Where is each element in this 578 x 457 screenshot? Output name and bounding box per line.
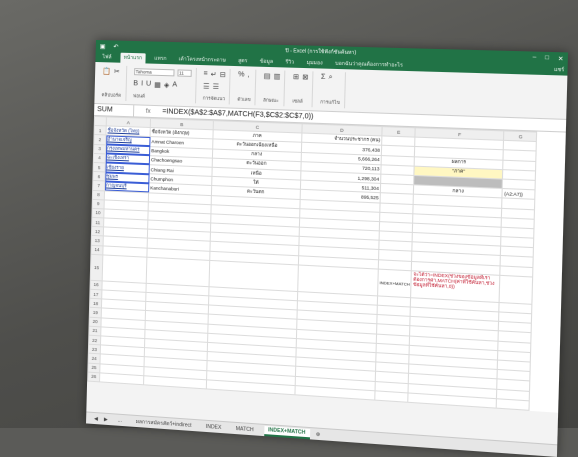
italic-icon[interactable]: I: [141, 80, 143, 88]
tab-view[interactable]: มุมมอง: [303, 58, 326, 69]
editing-group: Σ⌕ การแก้ไข: [316, 71, 346, 108]
insert-cells-icon[interactable]: ⊞: [293, 73, 299, 81]
row-header[interactable]: 8: [92, 190, 104, 200]
cells-group-label: เซลล์: [292, 97, 308, 105]
row-header[interactable]: 5: [93, 162, 105, 172]
styles-group-label: ลักษณะ: [263, 96, 280, 104]
fill-color-icon[interactable]: ◈: [164, 81, 170, 89]
cells-group: ⊞⊠ เซลล์: [288, 71, 314, 108]
clipboard-group-label: คลิปบอร์ด: [101, 91, 121, 99]
underline-icon[interactable]: U: [146, 80, 151, 88]
sheet-nav-prev-icon[interactable]: ◀: [94, 416, 98, 422]
sheet-nav-next-icon[interactable]: ▶: [104, 416, 108, 422]
row-header[interactable]: 6: [93, 172, 105, 182]
row-header[interactable]: 7: [93, 181, 105, 191]
tab-home[interactable]: หน้าแรก: [120, 53, 145, 64]
clipboard-group: 📋✂ คลิปบอร์ด: [97, 65, 126, 101]
save-icon[interactable]: ▣: [100, 43, 106, 50]
sheet-tab-more[interactable]: ...: [114, 416, 126, 425]
border-icon[interactable]: ▦: [154, 80, 161, 88]
tab-review[interactable]: รีวิว: [282, 57, 297, 68]
font-color-icon[interactable]: A: [172, 81, 177, 89]
excel-window: ▣ ↶ ปิ - Excel (การใช้ฟังก์ชันค้นหา) – □…: [86, 40, 568, 457]
wrap-text-icon[interactable]: ↵: [211, 70, 217, 78]
format-table-icon[interactable]: ▥: [273, 72, 280, 80]
cell-a-15[interactable]: [102, 255, 147, 283]
row-header[interactable]: 15: [90, 254, 103, 281]
cell-e-15[interactable]: INDEX+MATCH: [378, 269, 412, 298]
bold-icon[interactable]: B: [133, 80, 138, 88]
tab-page-layout[interactable]: เค้าโครงหน้ากระดาษ: [176, 54, 230, 66]
styles-group: ▤▥ ลักษณะ: [259, 70, 286, 107]
cell-g-26[interactable]: [497, 398, 530, 410]
undo-icon[interactable]: ↶: [113, 43, 118, 50]
cut-icon[interactable]: ✂: [114, 68, 120, 76]
add-sheet-icon[interactable]: ⊕: [316, 431, 321, 437]
tell-me-search[interactable]: บอกฉันว่าคุณต้องการทำอะไร: [332, 59, 406, 71]
sheet-tab-match[interactable]: MATCH: [232, 424, 258, 434]
select-all-corner[interactable]: [94, 116, 106, 126]
tab-formulas[interactable]: สูตร: [235, 56, 251, 67]
cell-e-26[interactable]: [375, 390, 409, 402]
alignment-group-label: การจัดแนว: [203, 94, 226, 102]
number-group: %, ตัวเลข: [233, 69, 256, 105]
row-header[interactable]: 26: [88, 372, 100, 382]
editing-group-label: การแก้ไข: [320, 98, 340, 106]
font-size-box[interactable]: 11: [177, 69, 191, 76]
maximize-icon[interactable]: □: [545, 55, 549, 61]
spreadsheet-grid: A B C D E F G 1ชื่อจังหวัด (ไทย)ชื่อจังห…: [87, 116, 566, 413]
align-left-icon[interactable]: ☰: [203, 82, 210, 90]
tab-file[interactable]: ไฟล์: [99, 52, 114, 62]
row-header[interactable]: 1: [94, 126, 106, 136]
percent-icon[interactable]: %: [238, 71, 245, 78]
share-button[interactable]: แชร์: [550, 65, 567, 76]
sheet-tab-index[interactable]: INDEX: [202, 422, 226, 432]
row-header[interactable]: 2: [94, 135, 106, 145]
comma-icon[interactable]: ,: [247, 71, 249, 78]
find-icon[interactable]: ⌕: [328, 74, 332, 82]
delete-cells-icon[interactable]: ⊠: [302, 73, 308, 81]
conditional-format-icon[interactable]: ▤: [264, 72, 271, 80]
alignment-group: ≡ ↵⊟ ☰☰ การจัดแนว: [199, 68, 231, 104]
row-header[interactable]: 4: [93, 153, 105, 163]
fx-icon[interactable]: fx: [134, 108, 162, 115]
font-group: Tahoma 11 BIU▦◈A ฟอนต์: [129, 66, 197, 103]
tab-data[interactable]: ข้อมูล: [257, 56, 277, 67]
merge-icon[interactable]: ⊟: [220, 71, 226, 79]
name-box[interactable]: SUM: [94, 104, 134, 116]
autosum-icon[interactable]: Σ: [321, 74, 326, 82]
font-group-label: ฟอนต์: [133, 92, 191, 101]
cell-g-15[interactable]: [500, 275, 534, 304]
align-top-icon[interactable]: ≡: [203, 70, 207, 78]
cell-b-15[interactable]: [146, 257, 210, 287]
align-center-icon[interactable]: ☰: [212, 83, 219, 91]
close-icon[interactable]: ✕: [558, 55, 564, 63]
minimize-icon[interactable]: –: [533, 55, 537, 61]
row-header[interactable]: 3: [94, 144, 106, 154]
sheet-tab-bar: ◀ ▶ ... ผลการสมัครสัตว์+indirect INDEX M…: [86, 411, 557, 456]
sheet-tab-indirect[interactable]: ผลการสมัครสัตว์+indirect: [132, 416, 196, 431]
paste-icon[interactable]: 📋: [102, 67, 111, 75]
number-group-label: ตัวเลข: [237, 96, 250, 104]
font-name-box[interactable]: Tahoma: [134, 68, 174, 76]
tab-insert[interactable]: แทรก: [151, 54, 170, 65]
cell-a-26[interactable]: [100, 373, 144, 385]
sheet-tab-index-match[interactable]: INDEX+MATCH: [264, 425, 310, 438]
